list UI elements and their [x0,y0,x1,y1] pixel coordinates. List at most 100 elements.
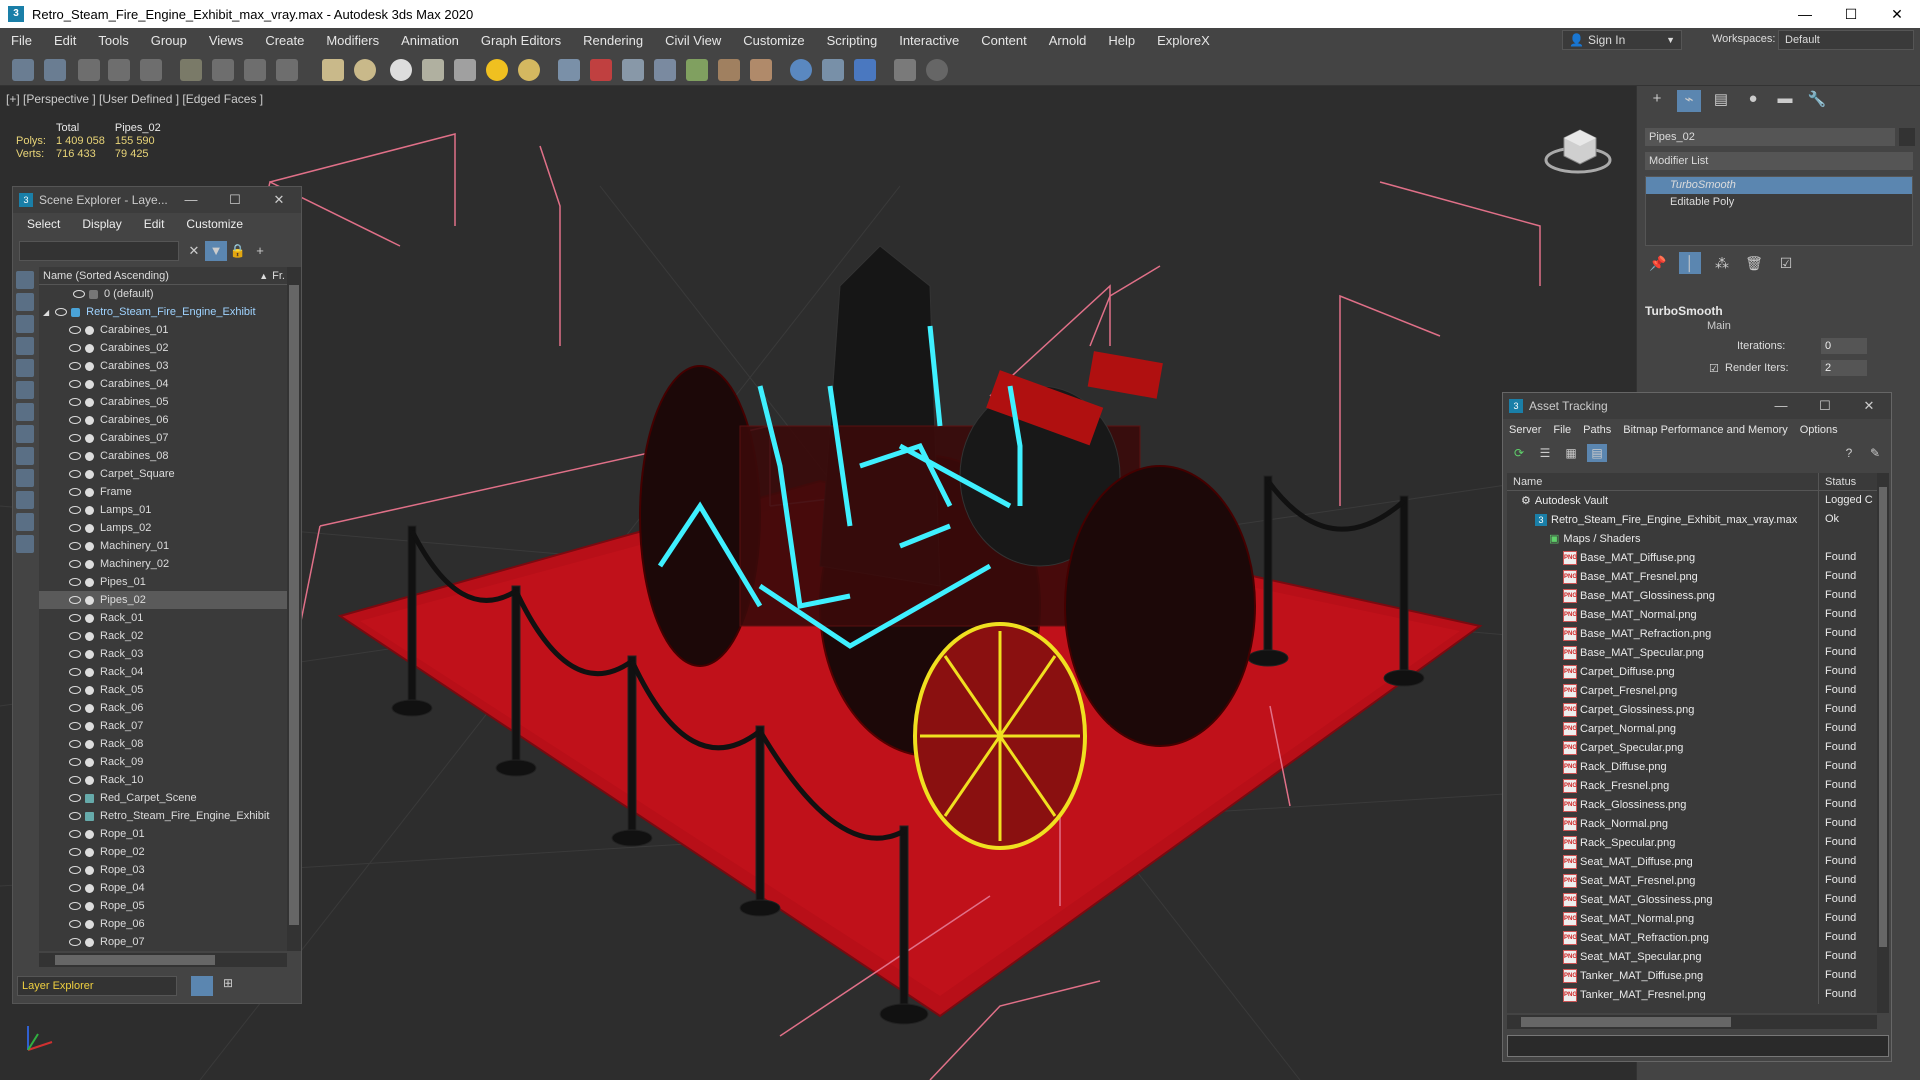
visibility-eye-icon[interactable] [69,434,81,442]
scatter-icon[interactable] [558,59,580,81]
spacing-tool-icon[interactable] [654,59,676,81]
cloth-icon[interactable] [750,59,772,81]
menu-file[interactable]: File [1553,424,1571,436]
asset-row[interactable]: PNG Tanker_MAT_Diffuse.png Found [1507,966,1877,985]
menu-explorex[interactable]: ExploreX [1146,33,1221,48]
scene-tree-horizontal-scrollbar[interactable] [39,953,287,967]
scene-tree-row[interactable]: Carpet_Square [39,465,287,483]
menu-customize[interactable]: Customize [732,33,815,48]
visibility-eye-icon[interactable] [69,776,81,784]
asset-row[interactable]: PNG Rack_Glossiness.png Found [1507,795,1877,814]
make-unique-icon[interactable]: ⁂ [1711,252,1733,274]
cone-primitive-icon[interactable] [454,59,476,81]
menu-tools[interactable]: Tools [87,33,139,48]
asset-row[interactable]: PNG Base_MAT_Refraction.png Found [1507,624,1877,643]
display-hidden-icon[interactable] [16,513,34,531]
column-name[interactable]: Name [1507,473,1819,490]
render-icon[interactable] [854,59,876,81]
menu-group[interactable]: Group [140,33,198,48]
asset-row[interactable]: PNG Seat_MAT_Glossiness.png Found [1507,890,1877,909]
visibility-eye-icon[interactable] [69,524,81,532]
rectangular-selection-icon[interactable] [276,59,298,81]
display-spacewarps-icon[interactable] [16,381,34,399]
asset-row[interactable]: PNG Seat_MAT_Specular.png Found [1507,947,1877,966]
hierarchy-tab-icon[interactable]: ▤ [1709,90,1733,112]
hair-icon[interactable] [718,59,740,81]
scene-tree-row[interactable]: Rack_07 [39,717,287,735]
configure-modifier-sets-icon[interactable]: ☑ [1775,252,1797,274]
asset-row[interactable]: ⚙ Autodesk Vault Logged C [1507,491,1877,510]
maximize-button[interactable]: ☐ [1828,0,1874,28]
selection-filter-icon[interactable] [180,59,202,81]
visibility-eye-icon[interactable] [69,326,81,334]
iterations-spinner[interactable]: 0 [1821,338,1867,354]
asset-horizontal-scrollbar[interactable] [1507,1015,1877,1029]
visibility-eye-icon[interactable] [69,362,81,370]
menu-server[interactable]: Server [1509,424,1541,436]
menu-modifiers[interactable]: Modifiers [315,33,390,48]
hierarchy-icon[interactable]: ⊞ [217,976,239,996]
asset-row[interactable]: PNG Carpet_Glossiness.png Found [1507,700,1877,719]
display-containers-icon[interactable] [16,469,34,487]
column-name[interactable]: Name (Sorted Ascending) [43,270,169,282]
render-frame-icon[interactable] [822,59,844,81]
workspaces-dropdown[interactable]: Default [1778,30,1914,50]
help-icon[interactable]: ? [1839,444,1859,462]
asset-row[interactable]: PNG Base_MAT_Glossiness.png Found [1507,586,1877,605]
viewport-label[interactable]: [+] [Perspective ] [User Defined ] [Edge… [6,92,263,106]
remove-modifier-icon[interactable]: 🗑 [1743,252,1765,274]
turbosmooth-rollout-title[interactable]: TurboSmooth [1645,304,1723,318]
scene-tree-row[interactable]: Rope_07 [39,933,287,951]
search-input[interactable] [19,241,179,261]
scene-tree-row[interactable]: Rack_08 [39,735,287,753]
scene-tree-row[interactable]: Frame [39,483,287,501]
modifier-list-dropdown[interactable]: Modifier List [1645,152,1913,170]
menu-content[interactable]: Content [970,33,1038,48]
scene-tree-row[interactable]: Rack_04 [39,663,287,681]
scene-tree-row[interactable]: Carabines_01 [39,321,287,339]
material-editor-icon[interactable] [894,59,916,81]
filter-icon[interactable]: ▼ [205,241,227,261]
visibility-eye-icon[interactable] [69,920,81,928]
visibility-eye-icon[interactable] [69,794,81,802]
asset-vertical-scrollbar[interactable] [1877,473,1889,1013]
clear-search-icon[interactable]: ✕ [183,241,205,261]
display-frozen-icon[interactable] [16,491,34,509]
display-bones-icon[interactable] [16,447,34,465]
display-shapes-icon[interactable] [16,293,34,311]
menu-help[interactable]: Help [1097,33,1146,48]
scene-explorer-titlebar[interactable]: 3 Scene Explorer - Laye... — ☐ ✕ [13,187,301,213]
display-xrefs-icon[interactable] [16,425,34,443]
viewcube-icon[interactable] [1544,118,1614,178]
minimize-button[interactable]: — [1759,393,1803,419]
visibility-eye-icon[interactable] [69,506,81,514]
scene-tree-row[interactable]: Rack_10 [39,771,287,789]
scene-tree-row[interactable]: Rack_03 [39,645,287,663]
visibility-eye-icon[interactable] [69,686,81,694]
visibility-eye-icon[interactable] [69,452,81,460]
visibility-eye-icon[interactable] [69,398,81,406]
scene-tree-row[interactable]: Retro_Steam_Fire_Engine_Exhibit [39,807,287,825]
expand-arrow-icon[interactable]: ◢ [43,308,49,317]
scene-tree-row[interactable]: Carabines_04 [39,375,287,393]
sphere-primitive-icon[interactable] [354,59,376,81]
menu-animation[interactable]: Animation [390,33,470,48]
scene-tree-row[interactable]: Pipes_02 [39,591,287,609]
scene-tree-row[interactable]: Red_Carpet_Scene [39,789,287,807]
minimize-button[interactable]: — [1782,0,1828,28]
asset-row[interactable]: PNG Seat_MAT_Normal.png Found [1507,909,1877,928]
visibility-eye-icon[interactable] [69,470,81,478]
menu-interactive[interactable]: Interactive [888,33,970,48]
close-button[interactable]: ✕ [1847,393,1891,419]
column-status[interactable]: Status [1819,473,1877,490]
asset-row[interactable]: PNG Carpet_Normal.png Found [1507,719,1877,738]
visibility-eye-icon[interactable] [73,290,85,298]
scene-tree-row[interactable]: Carabines_03 [39,357,287,375]
asset-row[interactable]: PNG Base_MAT_Diffuse.png Found [1507,548,1877,567]
scene-tree-row[interactable]: Carabines_06 [39,411,287,429]
asset-row[interactable]: PNG Seat_MAT_Fresnel.png Found [1507,871,1877,890]
create-tab-icon[interactable]: + [1645,90,1669,112]
scene-tree-row[interactable]: Rope_03 [39,861,287,879]
object-name-field[interactable]: Pipes_02 [1645,128,1895,146]
table-view-icon[interactable]: ▤ [1587,444,1607,462]
